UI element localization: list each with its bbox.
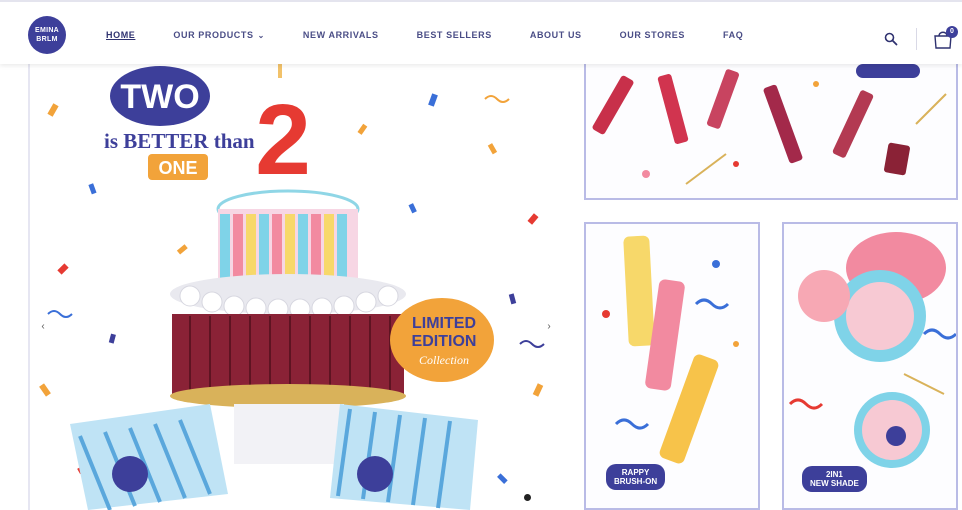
search-icon[interactable] xyxy=(884,32,898,46)
headline-line3: ONE xyxy=(158,158,197,178)
promo-tile-brush-on[interactable]: RAPPY BRUSH-ON xyxy=(584,222,760,510)
nav-about-us[interactable]: ABOUT US xyxy=(530,30,582,40)
chevron-down-icon: ⌄ xyxy=(257,31,265,40)
header-divider xyxy=(916,28,917,50)
page: EMINA BRLM HOME OUR PRODUCTS ⌄ NEW ARRIVA… xyxy=(0,0,962,510)
nav-our-products[interactable]: OUR PRODUCTS ⌄ xyxy=(173,30,265,40)
candle-2: 2 xyxy=(255,64,311,196)
nav-best-sellers[interactable]: BEST SELLERS xyxy=(417,30,492,40)
candle-number: 2 xyxy=(255,84,311,196)
lip-cream-illustration xyxy=(592,64,947,185)
headline-text: TWO xyxy=(120,78,199,116)
slider-prev-button[interactable]: ‹ xyxy=(34,316,52,338)
tag-line-2: BRUSH-ON xyxy=(614,477,658,486)
logo-line-2: BRLM xyxy=(36,36,58,43)
badge-line-1: LIMITED xyxy=(412,315,476,332)
badge-line-2: EDITION xyxy=(412,333,477,350)
pouch-right xyxy=(330,404,478,510)
slider-next-button[interactable]: › xyxy=(540,316,558,338)
hero-banner[interactable]: TWO is BETTER than ONE 2 LIMITED EDITION… xyxy=(28,64,560,510)
nav-our-stores[interactable]: OUR STORES xyxy=(620,30,685,40)
brand-logo[interactable]: EMINA BRLM xyxy=(28,16,66,54)
main-nav: HOME OUR PRODUCTS ⌄ NEW ARRIVALS BEST SEL… xyxy=(106,30,781,40)
slider-dot-active[interactable] xyxy=(524,494,531,501)
site-header: EMINA BRLM HOME OUR PRODUCTS ⌄ NEW ARRIVA… xyxy=(0,0,962,64)
pouch-left xyxy=(70,404,228,510)
nav-faq[interactable]: FAQ xyxy=(723,30,743,40)
headline-line2: is BETTER than xyxy=(104,129,255,153)
hero-illustration: TWO is BETTER than ONE 2 LIMITED EDITION… xyxy=(39,64,545,510)
nav-our-products-label: OUR PRODUCTS xyxy=(173,30,254,40)
headline-graphic: TWO is BETTER than ONE xyxy=(104,66,255,180)
promo-tile-new-shade[interactable]: 2IN1 NEW SHADE xyxy=(782,222,958,510)
tag-line-1: 2IN1 xyxy=(825,470,843,479)
cart-count-badge: 0 xyxy=(946,26,958,38)
tile-tag-brush-on: RAPPY BRUSH-ON xyxy=(606,464,666,490)
tile-tag-new-shade: 2IN1 NEW SHADE xyxy=(802,466,867,492)
limited-edition-badge: LIMITED EDITION Collection xyxy=(390,298,494,382)
nav-home[interactable]: HOME xyxy=(106,30,135,40)
badge-line-3: Collection xyxy=(419,353,469,367)
promo-tile-lip-cream[interactable] xyxy=(584,64,958,200)
tag-line-2: NEW SHADE xyxy=(810,479,859,488)
nav-new-arrivals[interactable]: NEW ARRIVALS xyxy=(303,30,379,40)
logo-line-1: EMINA xyxy=(34,27,60,34)
tag-line-1: RAPPY xyxy=(621,468,650,477)
